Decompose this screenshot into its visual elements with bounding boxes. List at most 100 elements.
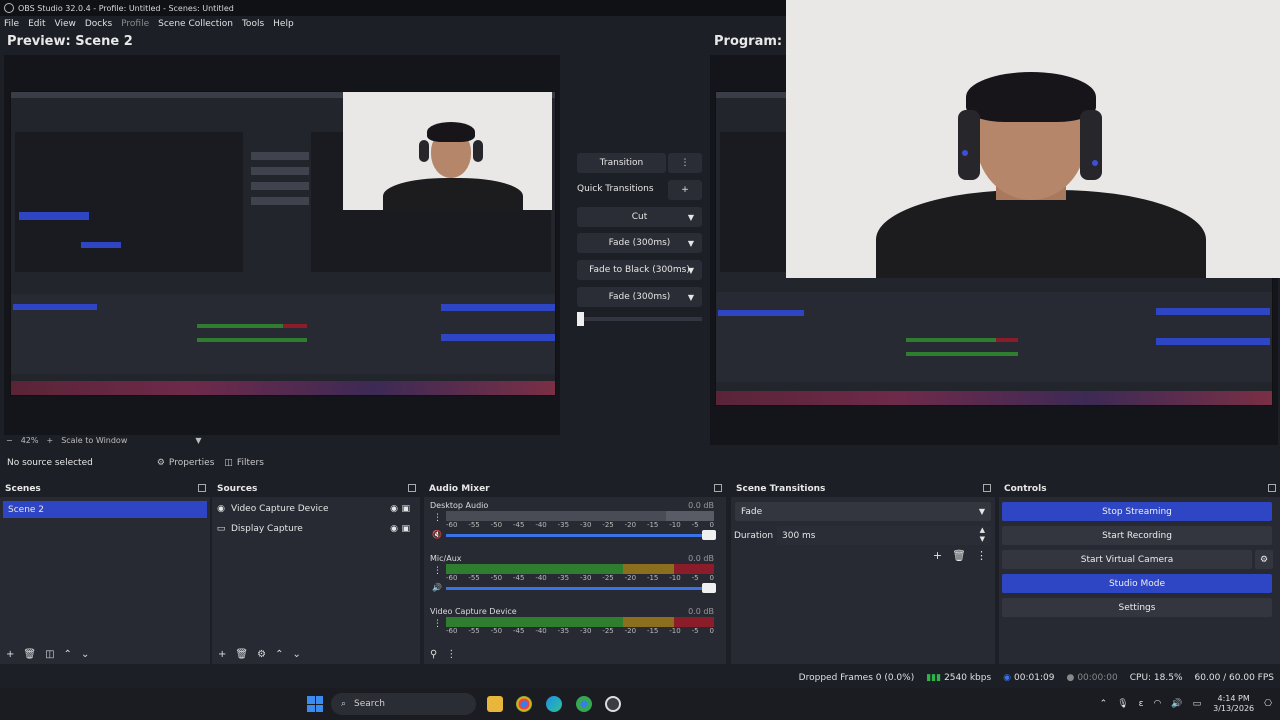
trash-icon[interactable]: 🗑 xyxy=(235,649,248,660)
add-icon[interactable]: + xyxy=(218,649,226,660)
controls-header: Controls xyxy=(999,481,1280,497)
add-icon[interactable]: + xyxy=(933,549,942,562)
trash-icon[interactable]: 🗑 xyxy=(952,549,966,562)
more-icon[interactable]: ⋮ xyxy=(433,566,442,576)
wifi-icon[interactable]: ◠ xyxy=(1154,699,1162,709)
eye-icon[interactable]: ◉ xyxy=(390,504,398,514)
zoom-in-icon[interactable]: + xyxy=(46,436,53,445)
chevron-down-icon[interactable]: ▼ xyxy=(195,436,201,445)
chevron-down-icon[interactable]: ⌄ xyxy=(292,649,300,660)
stop-streaming-button[interactable]: Stop Streaming xyxy=(1002,502,1272,521)
transition-type-select[interactable]: Fade ▼ xyxy=(735,502,991,521)
lock-icon[interactable]: ▣ xyxy=(401,524,410,534)
obs-taskbar-icon[interactable] xyxy=(605,696,621,712)
zoom-mode[interactable]: Scale to Window xyxy=(61,436,127,445)
transition-slider-handle[interactable] xyxy=(577,312,584,326)
chrome-profile-icon[interactable] xyxy=(576,696,592,712)
more-icon[interactable]: ⋮ xyxy=(446,649,456,660)
volume-slider[interactable] xyxy=(446,583,716,593)
spin-arrows-icon[interactable]: ▲ ▼ xyxy=(980,526,985,544)
file-explorer-icon[interactable] xyxy=(487,696,503,712)
settings-button[interactable]: Settings xyxy=(1002,598,1272,617)
start-recording-button[interactable]: Start Recording xyxy=(1002,526,1272,545)
volume-slider-handle[interactable] xyxy=(702,583,716,593)
gear-icon[interactable]: ⚙ xyxy=(257,649,266,660)
chevron-up-icon[interactable]: ⌃ xyxy=(64,649,72,660)
keyboard-layout-icon[interactable]: ε xyxy=(1139,699,1144,709)
quick-transition-fade-to-black[interactable]: Fade to Black (300ms) ▼ xyxy=(577,260,702,280)
menu-docks[interactable]: Docks xyxy=(85,19,112,29)
menu-profile[interactable]: Profile xyxy=(121,19,149,29)
eye-icon[interactable]: ◉ xyxy=(390,524,398,534)
tick: -25 xyxy=(602,521,614,529)
battery-icon[interactable]: ▭ xyxy=(1193,699,1202,709)
chevron-down-icon[interactable]: ⌄ xyxy=(81,649,89,660)
quick-transition-fade-2[interactable]: Fade (300ms) ▼ xyxy=(577,287,702,307)
taskbar-search[interactable]: ⌕ Search xyxy=(331,693,476,715)
filters-button[interactable]: ◫ Filters xyxy=(224,458,264,468)
link-icon[interactable]: ⚲ xyxy=(430,649,437,660)
menu-tools[interactable]: Tools xyxy=(242,19,264,29)
quick-transition-fade[interactable]: Fade (300ms) ▼ xyxy=(577,233,702,253)
volume-icon[interactable]: 🔊 xyxy=(1171,699,1182,709)
menu-file[interactable]: File xyxy=(4,19,19,29)
dropped-frames: Dropped Frames 0 (0.0%) xyxy=(798,673,915,683)
quick-transition-cut[interactable]: Cut ▼ xyxy=(577,207,702,227)
more-icon[interactable]: ⋮ xyxy=(433,619,442,629)
properties-button[interactable]: ⚙ Properties xyxy=(157,458,215,468)
chevron-down-icon[interactable]: ▼ xyxy=(688,213,694,222)
source-item[interactable]: ◉ Video Capture Device ◉ ▣ xyxy=(216,500,412,518)
source-item[interactable]: ▭ Display Capture ◉ ▣ xyxy=(216,520,412,538)
no-source-label: No source selected xyxy=(7,458,93,468)
transition-more-icon[interactable]: ⋮ xyxy=(668,153,702,173)
scene-transitions-dock: Scene Transitions Fade ▼ Duration 300 ms… xyxy=(731,481,995,664)
chevron-up-icon[interactable]: ⌃ xyxy=(1100,699,1108,709)
sources-toolbar: + 🗑 ⚙ ⌃ ⌄ xyxy=(212,644,420,664)
menu-scene-collection[interactable]: Scene Collection xyxy=(158,19,233,29)
audio-mixer-title: Audio Mixer xyxy=(429,484,490,494)
chevron-up-icon[interactable]: ⌃ xyxy=(275,649,283,660)
edge-icon[interactable] xyxy=(546,696,562,712)
clock[interactable]: 4:14 PM 3/13/2026 xyxy=(1213,694,1254,714)
transition-slider[interactable] xyxy=(580,317,702,321)
menu-view[interactable]: View xyxy=(55,19,76,29)
more-icon[interactable]: ⋮ xyxy=(976,549,987,562)
chevron-down-icon[interactable]: ▼ xyxy=(688,239,694,248)
add-icon[interactable]: + xyxy=(6,649,14,660)
microphone-icon[interactable]: 🎙 xyxy=(1117,699,1128,709)
studio-mode-button[interactable]: Studio Mode xyxy=(1002,574,1272,593)
filter-icon[interactable]: ◫ xyxy=(45,649,54,660)
volume-slider-handle[interactable] xyxy=(702,530,716,540)
muted-speaker-icon[interactable]: 🔇 xyxy=(432,530,442,539)
monitor-icon: ▭ xyxy=(216,524,226,534)
undock-icon[interactable] xyxy=(714,484,722,492)
undock-icon[interactable] xyxy=(983,484,991,492)
more-icon[interactable]: ⋮ xyxy=(433,513,442,523)
chevron-down-icon[interactable]: ▼ xyxy=(688,293,694,302)
chrome-icon[interactable] xyxy=(516,696,532,712)
start-virtual-camera-button[interactable]: Start Virtual Camera xyxy=(1002,550,1252,569)
notification-icon[interactable]: ⎔ xyxy=(1264,699,1272,709)
chevron-down-icon[interactable]: ▼ xyxy=(688,266,694,275)
preview-canvas[interactable] xyxy=(4,55,560,435)
menu-help[interactable]: Help xyxy=(273,19,294,29)
add-quick-transition-button[interactable]: + xyxy=(668,180,702,200)
tick: -45 xyxy=(512,627,525,635)
gear-icon[interactable]: ⚙ xyxy=(1255,550,1273,569)
zoom-out-icon[interactable]: − xyxy=(6,436,13,445)
volume-slider[interactable] xyxy=(446,530,716,540)
trash-icon[interactable]: 🗑 xyxy=(23,649,36,660)
source-toolbar: No source selected ⚙ Properties ◫ Filter… xyxy=(0,452,1280,474)
scene-item[interactable]: Scene 2 xyxy=(3,501,207,518)
lock-icon[interactable]: ▣ xyxy=(401,504,410,514)
duration-spinbox[interactable]: 300 ms ▲ ▼ xyxy=(777,526,991,545)
program-title: Program: S xyxy=(714,34,796,49)
undock-icon[interactable] xyxy=(408,484,416,492)
menu-edit[interactable]: Edit xyxy=(28,19,45,29)
undock-icon[interactable] xyxy=(1268,484,1276,492)
source-label: Display Capture xyxy=(231,524,303,534)
transition-button[interactable]: Transition xyxy=(577,153,666,173)
speaker-icon[interactable]: 🔊 xyxy=(432,583,442,592)
windows-start-icon[interactable] xyxy=(307,696,323,712)
undock-icon[interactable] xyxy=(198,484,206,492)
